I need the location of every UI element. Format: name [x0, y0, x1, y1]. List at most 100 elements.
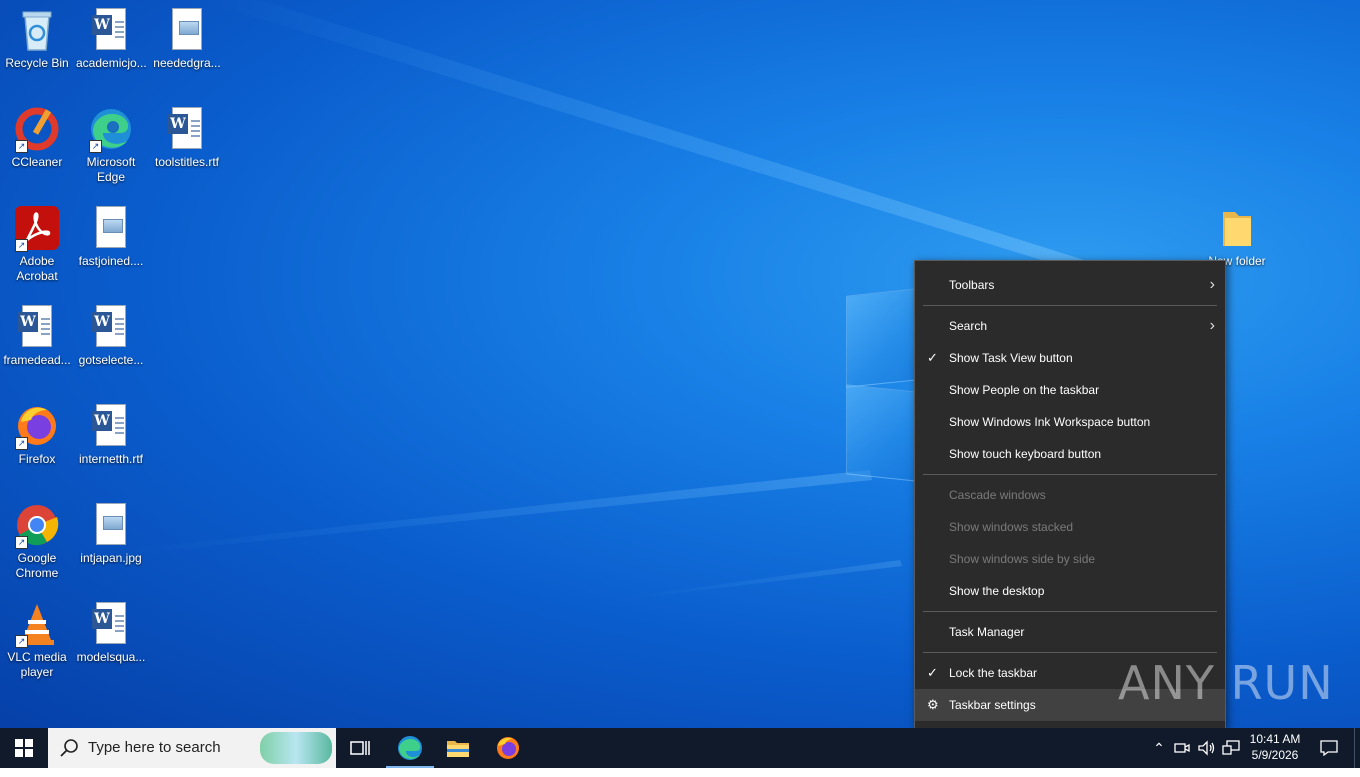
- icon-label: internetth.rtf: [78, 452, 144, 466]
- menu-item-label: Show Task View button: [949, 351, 1073, 365]
- menu-item-label: Lock the taskbar: [949, 666, 1038, 680]
- word-document-icon: W: [163, 105, 211, 153]
- show-hidden-icons-chevron-up-icon[interactable]: ⌃: [1150, 728, 1168, 768]
- desktop-icon-google-chrome[interactable]: ↗ Google Chrome: [0, 501, 74, 581]
- menu-item-show-task-view-button[interactable]: ✓ Show Task View button: [915, 342, 1225, 374]
- menu-separator: [923, 652, 1217, 653]
- wallpaper-logo-pane: [846, 384, 918, 482]
- adobe-acrobat-icon: ↗: [13, 204, 61, 252]
- checkmark-icon: ✓: [927, 665, 938, 680]
- menu-separator: [923, 611, 1217, 612]
- edge-icon: [398, 736, 422, 760]
- icon-label: CCleaner: [11, 155, 63, 169]
- menu-item-label: Cascade windows: [949, 488, 1046, 502]
- taskbar-file-explorer-button[interactable]: [434, 728, 482, 768]
- desktop-icon-ccleaner[interactable]: ↗ CCleaner: [0, 105, 74, 170]
- search-placeholder: Type here to search: [88, 739, 221, 756]
- firefox-icon: ↗: [13, 402, 61, 450]
- desktop-icon-microsoft-edge[interactable]: ↗ Microsoft Edge: [74, 105, 148, 185]
- image-file-icon: [87, 501, 135, 549]
- clock-date: 5/9/2026: [1251, 748, 1299, 762]
- wallpaper-logo-pane: [846, 288, 918, 388]
- folder-icon: [1213, 204, 1261, 252]
- vlc-cone-icon: ↗: [13, 600, 61, 648]
- menu-item-label: Show windows side by side: [949, 552, 1096, 566]
- desktop-icon-internetth[interactable]: W internetth.rtf: [74, 402, 148, 467]
- anyrun-watermark: ANY RUN: [1118, 656, 1334, 710]
- icon-label: neededgra...: [153, 56, 221, 70]
- gear-icon: ⚙: [927, 697, 939, 712]
- taskbar-clock[interactable]: 10:41 AM 5/9/2026: [1244, 731, 1306, 763]
- desktop-icon-modelsqua[interactable]: W modelsqua...: [74, 600, 148, 665]
- shortcut-arrow-icon: ↗: [15, 437, 28, 450]
- chrome-icon: ↗: [13, 501, 61, 549]
- desktop-icon-framedead[interactable]: W framedead...: [0, 303, 74, 368]
- checkmark-icon: ✓: [927, 350, 938, 365]
- shortcut-arrow-icon: ↗: [15, 239, 28, 252]
- word-document-icon: W: [87, 6, 135, 54]
- desktop-icon-recycle-bin[interactable]: Recycle Bin: [0, 6, 74, 71]
- file-explorer-icon: [447, 741, 469, 757]
- ccleaner-icon: ↗: [13, 105, 61, 153]
- action-center-button[interactable]: [1314, 728, 1344, 768]
- menu-item-toolbars[interactable]: Toolbars ›: [915, 269, 1225, 301]
- icon-label: Recycle Bin: [5, 56, 69, 70]
- icon-label: framedead...: [3, 353, 71, 367]
- shortcut-arrow-icon: ↗: [15, 635, 28, 648]
- menu-item-label: Show touch keyboard button: [949, 447, 1102, 461]
- taskbar-search-box[interactable]: Type here to search: [48, 728, 336, 768]
- recycle-bin-icon: [13, 6, 61, 54]
- word-document-icon: W: [87, 600, 135, 648]
- desktop-icon-firefox[interactable]: ↗ Firefox: [0, 402, 74, 467]
- clock-time: 10:41 AM: [1249, 732, 1301, 746]
- taskbar-edge-button[interactable]: [386, 728, 434, 768]
- volume-icon[interactable]: [1198, 740, 1216, 756]
- icon-label: academicjo...: [76, 56, 147, 70]
- search-icon: [60, 739, 78, 757]
- word-document-icon: W: [87, 402, 135, 450]
- menu-item-show-windows-ink[interactable]: Show Windows Ink Workspace button: [915, 406, 1225, 438]
- icon-label: modelsqua...: [76, 650, 146, 664]
- image-file-icon: [163, 6, 211, 54]
- shortcut-arrow-icon: ↗: [89, 140, 102, 153]
- icon-label: fastjoined....: [78, 254, 144, 268]
- menu-item-label: Show windows stacked: [949, 520, 1074, 534]
- menu-item-show-touch-keyboard[interactable]: Show touch keyboard button: [915, 438, 1225, 470]
- desktop-icon-fastjoined[interactable]: fastjoined....: [74, 204, 148, 269]
- shortcut-arrow-icon: ↗: [15, 536, 28, 549]
- icon-label: Firefox: [18, 452, 56, 466]
- desktop-icon-toolstitles[interactable]: W toolstitles.rtf: [150, 105, 224, 170]
- show-desktop-button[interactable]: [1354, 728, 1360, 768]
- menu-item-search[interactable]: Search ›: [915, 310, 1225, 342]
- menu-item-show-people[interactable]: Show People on the taskbar: [915, 374, 1225, 406]
- taskbar[interactable]: Type here to search ⌃ 10:41 AM 5/9/2026: [0, 728, 1360, 768]
- menu-item-label: Task Manager: [949, 625, 1025, 639]
- desktop-icon-academicjo[interactable]: W academicjo...: [74, 6, 148, 71]
- menu-item-label: Show People on the taskbar: [949, 383, 1100, 397]
- chevron-right-icon: ›: [1209, 276, 1215, 293]
- network-icon[interactable]: [1222, 740, 1240, 756]
- desktop-icon-vlc[interactable]: ↗ VLC media player: [0, 600, 74, 680]
- icon-label: toolstitles.rtf: [154, 155, 220, 169]
- start-button[interactable]: [0, 728, 48, 768]
- search-highlight-image: [260, 732, 332, 764]
- word-document-icon: W: [87, 303, 135, 351]
- task-view-button[interactable]: [336, 728, 384, 768]
- menu-item-cascade-windows: Cascade windows: [915, 479, 1225, 511]
- desktop-icon-adobe-acrobat[interactable]: ↗ Adobe Acrobat: [0, 204, 74, 284]
- menu-item-show-windows-side-by-side: Show windows side by side: [915, 543, 1225, 575]
- icon-label: intjapan.jpg: [80, 551, 142, 565]
- menu-item-task-manager[interactable]: Task Manager: [915, 616, 1225, 648]
- menu-item-label: Search: [949, 319, 988, 333]
- shortcut-arrow-icon: ↗: [15, 140, 28, 153]
- menu-item-label: Taskbar settings: [949, 698, 1036, 712]
- edge-icon: ↗: [87, 105, 135, 153]
- desktop-icon-neededgra[interactable]: neededgra...: [150, 6, 224, 71]
- meet-now-icon[interactable]: [1174, 740, 1190, 756]
- desktop-icon-intjapan[interactable]: intjapan.jpg: [74, 501, 148, 566]
- chevron-right-icon: ›: [1209, 317, 1215, 334]
- desktop-icon-gotselecte[interactable]: W gotselecte...: [74, 303, 148, 368]
- menu-item-show-the-desktop[interactable]: Show the desktop: [915, 575, 1225, 607]
- notification-icon: [1320, 740, 1338, 757]
- taskbar-firefox-button[interactable]: [484, 728, 532, 768]
